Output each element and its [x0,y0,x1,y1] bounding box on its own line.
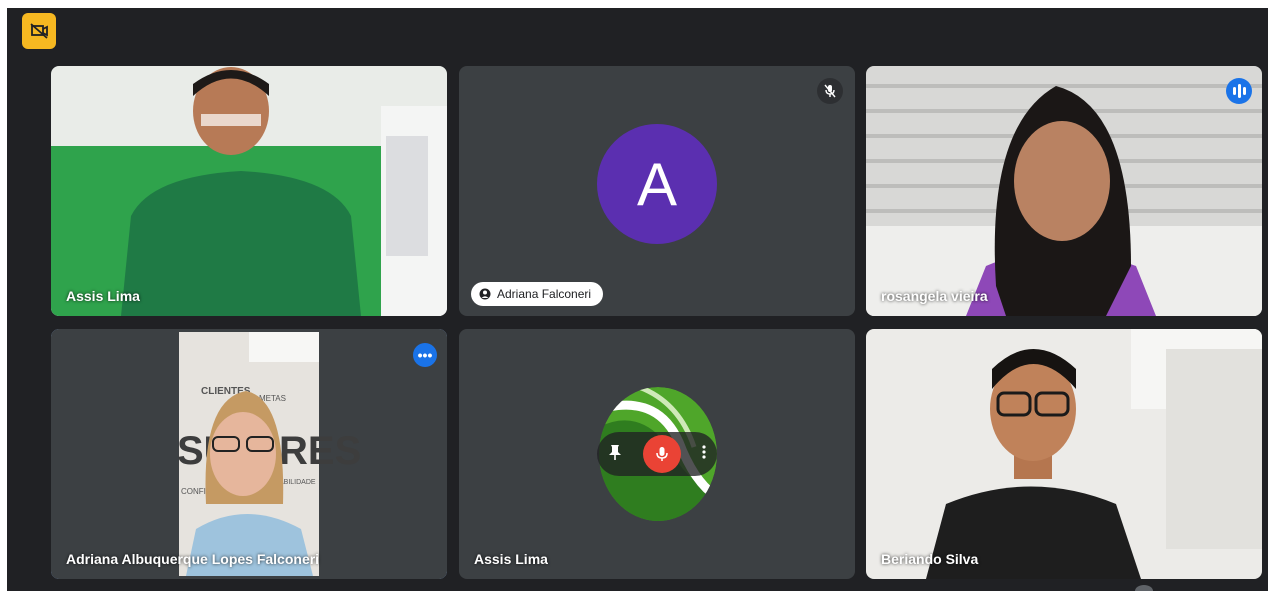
mute-participant-button[interactable] [642,435,681,473]
pin-icon [608,444,621,460]
more-options-button[interactable]: ••• [413,343,437,367]
mic-icon [656,447,668,461]
participant-video [866,329,1262,579]
no-recording-icon [30,23,48,39]
tile-hover-controls [597,432,717,476]
meeting-stage: Assis Lima A Adriana Falconeri rosangela… [7,8,1268,591]
pin-button[interactable] [608,444,622,465]
avatar: A [597,124,717,244]
scroll-indicator[interactable] [1135,585,1153,591]
participant-name: Assis Lima [66,288,140,304]
participant-name-pill: Adriana Falconeri [471,282,604,306]
participant-video: CLIENTES METAS SU RES CONFIANÇ ABILIDADE [51,329,447,579]
presenter-icon [479,288,491,300]
svg-text:ABILIDADE: ABILIDADE [279,479,316,486]
participant-name: Assis Lima [474,551,548,567]
svg-text:RES: RES [279,429,361,473]
more-horiz-icon: ••• [417,347,433,363]
mic-off-icon [824,84,836,98]
participant-tile-assis-lima-2[interactable]: Assis Lima [459,329,855,579]
participant-tile-rosangela-vieira[interactable]: rosangela vieira [866,66,1262,316]
no-recording-badge[interactable] [22,13,56,49]
more-vert-icon [702,444,706,459]
participant-name: Adriana Falconeri [497,287,592,301]
participant-video [51,66,447,316]
speaking-indicator [1226,78,1252,104]
participant-name: Beriando Silva [881,551,979,567]
participant-tile-adriana-falconeri[interactable]: A Adriana Falconeri [459,66,855,316]
participant-video [866,66,1262,316]
participant-name: rosangela vieira [881,288,988,304]
muted-status [817,78,843,104]
participant-tile-assis-lima[interactable]: Assis Lima [51,66,447,316]
participant-tile-beriando-silva[interactable]: Beriando Silva [866,329,1262,579]
more-vert-button[interactable] [702,444,706,464]
participant-name: Adriana Albuquerque Lopes Falconeri [66,551,320,567]
participant-tile-adriana-albuquerque[interactable]: CLIENTES METAS SU RES CONFIANÇ ABILIDADE… [51,329,447,579]
